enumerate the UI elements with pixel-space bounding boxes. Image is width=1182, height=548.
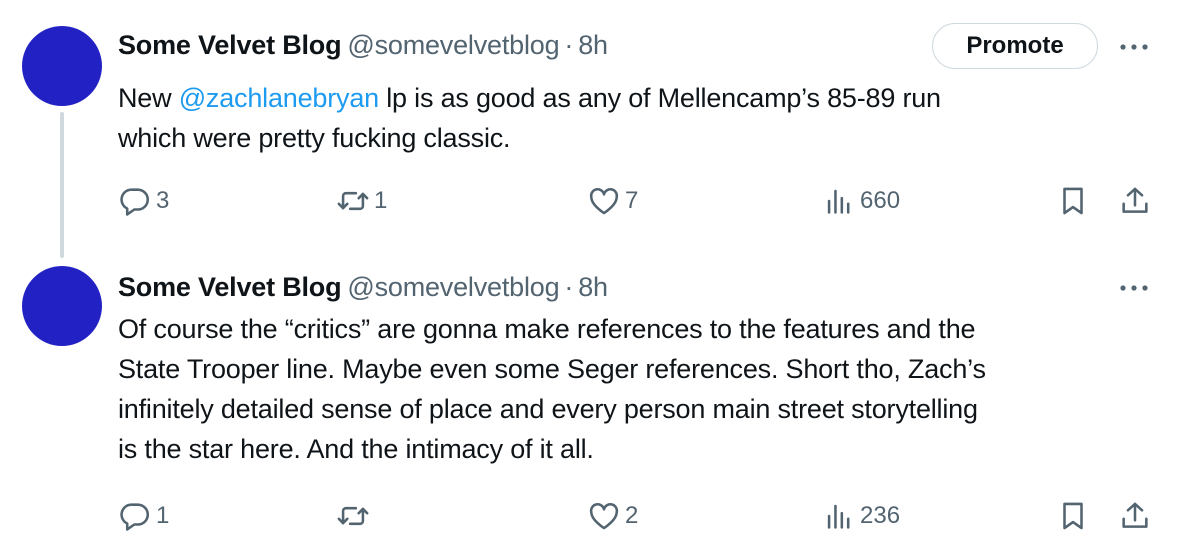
reply-icon bbox=[118, 184, 152, 218]
author-name[interactable]: Some Velvet Blog bbox=[118, 30, 342, 61]
mention-link[interactable]: @zachlanebryan bbox=[179, 83, 379, 113]
bookmark-button[interactable] bbox=[1056, 499, 1090, 533]
text-prefix: New bbox=[118, 83, 179, 113]
tweet-text: Of course the “critics” are gonna make r… bbox=[118, 309, 1138, 469]
separator-dot: · bbox=[564, 271, 574, 302]
avatar[interactable] bbox=[22, 26, 102, 106]
like-icon bbox=[587, 184, 621, 218]
like-count: 7 bbox=[625, 187, 639, 214]
reply-count: 1 bbox=[156, 502, 170, 529]
reply-button[interactable]: 1 bbox=[118, 499, 169, 533]
text-rest: lp is as good as any of Mellencamp’s 85-… bbox=[378, 83, 941, 113]
tweet-text: New @zachlanebryan lp is as good as any … bbox=[118, 78, 1138, 158]
tweet-text-line: which were pretty fucking classic. bbox=[118, 123, 511, 153]
share-icon bbox=[1118, 499, 1152, 533]
separator-dot: · bbox=[564, 29, 574, 60]
tweet-text-line: infinitely detailed sense of place and e… bbox=[118, 394, 978, 424]
more-icon[interactable] bbox=[1114, 32, 1154, 62]
repost-button[interactable] bbox=[336, 499, 374, 533]
reply-icon bbox=[118, 499, 152, 533]
tweet-text-line: is the star here. And the intimacy of it… bbox=[118, 434, 594, 464]
tweet-header: Some Velvet Blog @somevelvetblog · 8h bbox=[118, 27, 608, 63]
views-icon bbox=[822, 499, 856, 533]
repost-button[interactable]: 1 bbox=[336, 184, 387, 218]
like-icon bbox=[587, 499, 621, 533]
view-count: 660 bbox=[860, 187, 901, 214]
tweet-2[interactable]: Some Velvet Blog @somevelvetblog · 8h Of… bbox=[0, 258, 1182, 548]
reply-button[interactable]: 3 bbox=[118, 184, 169, 218]
bookmark-icon bbox=[1056, 499, 1090, 533]
author-handle[interactable]: @somevelvetblog bbox=[347, 272, 559, 303]
action-bar: 1 2 236 bbox=[118, 499, 1158, 533]
tweet-text-line: New @zachlanebryan lp is as good as any … bbox=[118, 78, 1138, 118]
views-icon bbox=[822, 184, 856, 218]
avatar[interactable] bbox=[22, 266, 102, 346]
like-count: 2 bbox=[625, 502, 639, 529]
action-bar: 3 1 7 660 bbox=[118, 184, 1158, 218]
author-name[interactable]: Some Velvet Blog bbox=[118, 272, 342, 303]
view-count: 236 bbox=[860, 502, 901, 529]
timestamp[interactable]: 8h bbox=[578, 272, 608, 303]
bookmark-button[interactable] bbox=[1056, 184, 1090, 218]
timestamp[interactable]: 8h bbox=[578, 30, 608, 61]
promote-button[interactable]: Promote bbox=[932, 23, 1098, 69]
author-handle[interactable]: @somevelvetblog bbox=[347, 30, 559, 61]
tweet-text-line: Of course the “critics” are gonna make r… bbox=[118, 314, 976, 344]
views-button[interactable]: 660 bbox=[822, 184, 900, 218]
share-button[interactable] bbox=[1118, 499, 1152, 533]
tweet-1[interactable]: Some Velvet Blog @somevelvetblog · 8h Pr… bbox=[0, 0, 1182, 258]
more-icon[interactable] bbox=[1114, 273, 1154, 303]
reply-count: 3 bbox=[156, 187, 170, 214]
repost-icon bbox=[336, 499, 370, 533]
share-button[interactable] bbox=[1118, 184, 1152, 218]
like-button[interactable]: 7 bbox=[587, 184, 638, 218]
tweet-text-line: State Trooper line. Maybe even some Sege… bbox=[118, 354, 986, 384]
thread-line bbox=[60, 112, 64, 258]
share-icon bbox=[1118, 184, 1152, 218]
views-button[interactable]: 236 bbox=[822, 499, 900, 533]
repost-icon bbox=[336, 184, 370, 218]
repost-count: 1 bbox=[374, 187, 388, 214]
bookmark-icon bbox=[1056, 184, 1090, 218]
like-button[interactable]: 2 bbox=[587, 499, 638, 533]
tweet-header: Some Velvet Blog @somevelvetblog · 8h bbox=[118, 269, 608, 305]
